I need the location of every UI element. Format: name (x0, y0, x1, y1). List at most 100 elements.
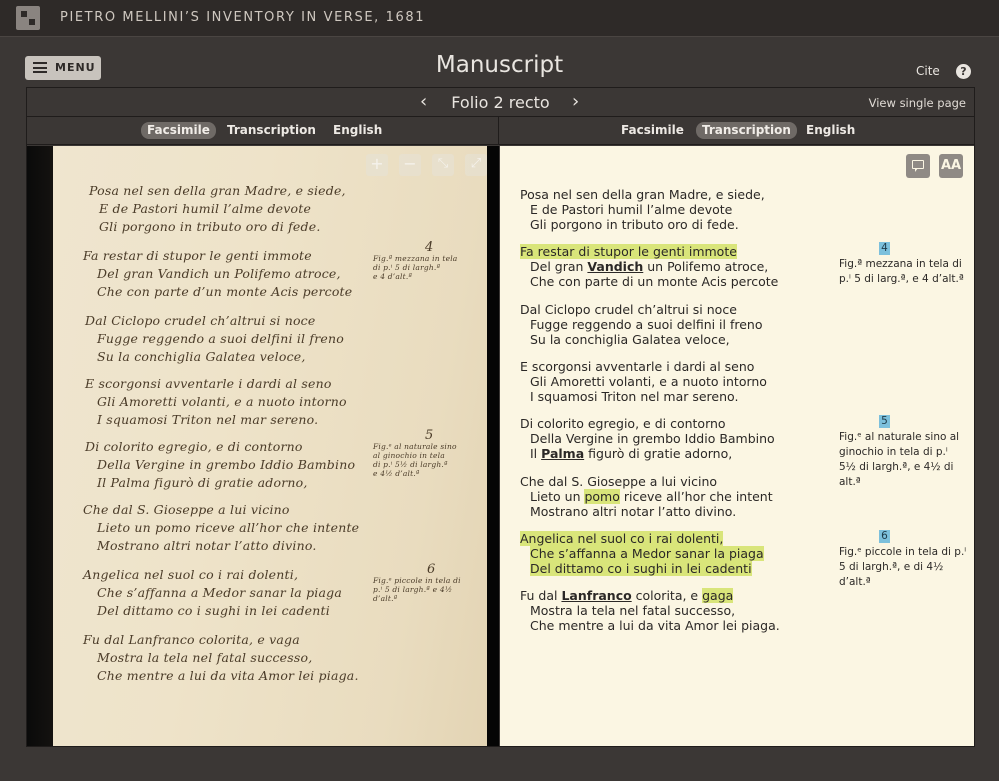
highlighted-text[interactable]: Che s’affanna a Medor sanar la piaga (530, 546, 764, 561)
highlighted-text[interactable]: Angelica nel suol co i rai dolenti, (520, 531, 724, 546)
left-pane-tabs: Facsimile Transcription English (27, 117, 499, 145)
handwritten-line: Angelica nel suol co i rai dolenti, (83, 567, 299, 582)
verse-text: Del gran (530, 259, 588, 274)
text-size-icon[interactable]: AA (939, 154, 963, 178)
handwritten-line: Lieto un pomo riceve all’hor che intente (97, 520, 360, 535)
note-number-badge[interactable]: 6 (879, 530, 890, 543)
left-tab-english[interactable]: English (327, 122, 388, 139)
handwritten-line: Che s’affanna a Medor sanar la piaga (97, 585, 343, 600)
top-bar: PIETRO MELLINI’S INVENTORY IN VERSE, 168… (0, 0, 999, 37)
handwritten-line: Della Vergine in grembo Iddio Bambino (97, 457, 356, 472)
verse-line: Della Vergine in grembo Iddio Bambino (530, 431, 775, 446)
note-line: ginochio in tela di p.ⁱ (839, 446, 948, 458)
margin-note: Fig.ᵉ piccole in tela di p.ⁱ 5 di largh.… (373, 576, 461, 603)
verse-line: Che mentre a lui da vita Amor lei piaga. (530, 618, 780, 633)
handwritten-line: Mostrano altri notar l’atto divino. (97, 538, 317, 553)
handwritten-line: Gli porgono in tributo oro di fede. (99, 219, 321, 234)
logo-icon[interactable] (16, 6, 40, 30)
margin-note: Fig.ᵉ al naturale sino al ginochio in te… (373, 442, 457, 478)
verse-line: E scorgonsi avventarle i dardi al seno (520, 359, 755, 374)
zoom-out-icon[interactable]: − (399, 154, 421, 176)
margin-number: 5 (425, 428, 434, 443)
verse-line: Fa restar di stupor le genti immote (520, 244, 737, 259)
handwritten-line: E de Pastori humil l’alme devote (99, 201, 312, 216)
site-title[interactable]: PIETRO MELLINI’S INVENTORY IN VERSE, 168… (60, 10, 425, 25)
verse-line: Che s’affanna a Medor sanar la piaga (530, 546, 764, 561)
verse-line: Gli porgono in tributo oro di fede. (530, 217, 739, 232)
right-tab-facsimile[interactable]: Facsimile (615, 122, 690, 139)
text-size-label: AA (940, 158, 962, 173)
zoom-in-icon[interactable]: + (366, 154, 388, 176)
verse-line: Mostra la tela nel fatal successo, (530, 603, 736, 618)
highlighted-text[interactable]: pomo (584, 489, 620, 504)
verse-text: Fu dal (520, 588, 562, 603)
verse-line: Fugge reggendo a suoi delfini il freno (530, 317, 763, 332)
handwritten-line: Fugge reggendo a suoi delfini il freno (97, 331, 344, 346)
handwritten-line: Di colorito egregio, e di contorno (85, 439, 303, 454)
left-tab-facsimile[interactable]: Facsimile (141, 122, 216, 139)
handwritten-line: Gli Amoretti volanti, e a nuoto intorno (97, 394, 347, 409)
handwritten-line: Che dal S. Gioseppe a lui vicino (83, 502, 290, 517)
note-line: alt.ª (839, 476, 861, 488)
margin-number: 6 (427, 562, 436, 577)
help-icon[interactable]: ? (956, 64, 971, 79)
handwritten-line: Del dittamo co i sughi in lei cadenti (97, 603, 330, 618)
folio-navigation: ‹ Folio 2 recto › View single page (27, 88, 974, 117)
next-folio-icon[interactable]: › (572, 91, 579, 112)
note-line: d’alt.ª (839, 576, 871, 588)
note-number-badge[interactable]: 4 (879, 242, 890, 255)
verse-text: colorita, e (631, 588, 703, 603)
note-number-badge[interactable]: 5 (879, 415, 890, 428)
verse-line: Lieto un pomo riceve all’hor che intent (530, 489, 773, 504)
fullscreen-icon[interactable]: ⤢ (465, 154, 487, 176)
page-title: Manuscript (435, 52, 564, 78)
handwritten-line: Che con parte d’un monte Acis percote (97, 284, 353, 299)
comment-icon[interactable] (906, 154, 930, 178)
artist-name-link[interactable]: Lanfranco (561, 588, 631, 603)
verse-text: Il (530, 446, 542, 461)
view-single-page-link[interactable]: View single page (869, 96, 966, 110)
reset-zoom-icon[interactable]: ⤡ (432, 154, 454, 176)
note-line: 5½ di largh.ª, e 4½ di (839, 461, 954, 473)
verse-text: figurò di gratie adorno, (584, 446, 733, 461)
highlighted-text[interactable]: gaga (702, 588, 734, 603)
verse-line: Gli Amoretti volanti, e a nuoto intorno (530, 374, 767, 389)
verse-line: Del gran Vandich un Polifemo atroce, (530, 259, 768, 274)
artist-name-link[interactable]: Vandich (587, 259, 643, 274)
handwritten-line: Dal Ciclopo crudel ch’altrui si noce (85, 313, 316, 328)
handwritten-line: Il Palma figurò di gratie adorno, (97, 475, 308, 490)
artist-name-link[interactable]: Palma (541, 446, 584, 461)
note-line: Fig.ᵉ piccole in tela di p.ⁱ (839, 546, 967, 558)
facsimile-pane[interactable]: Posa nel sen della gran Madre, e siede, … (27, 146, 499, 746)
handwritten-line: Posa nel sen della gran Madre, e siede, (89, 183, 346, 198)
verse-line: Dal Ciclopo crudel ch’altrui si noce (520, 302, 737, 317)
left-tab-transcription[interactable]: Transcription (221, 122, 322, 139)
verse-line: Che dal S. Gioseppe a lui vicino (520, 474, 718, 489)
transcription-pane[interactable]: AA Posa nel sen della gran Madre, e sied… (500, 146, 974, 746)
right-tab-english[interactable]: English (800, 122, 861, 139)
handwritten-line: E scorgonsi avventarle i dardi al seno (85, 376, 332, 391)
manuscript-page-image: Posa nel sen della gran Madre, e siede, … (53, 146, 487, 746)
highlighted-text[interactable]: Del dittamo co i sughi in lei cadenti (530, 561, 752, 576)
note-line: Fig.ª mezzana in tela di (839, 258, 962, 270)
note-text: Fig.ᵉ al naturale sino al ginochio in te… (839, 430, 959, 490)
verse-line: Che con parte di un monte Acis percote (530, 274, 779, 289)
verse-text: Lieto un (530, 489, 585, 504)
right-pane-tabs: Facsimile Transcription English (499, 117, 974, 145)
note-line: Fig.ᵉ al naturale sino al (839, 431, 960, 443)
note-text: Fig.ᵉ piccole in tela di p.ⁱ 5 di largh.… (839, 545, 966, 590)
cite-link[interactable]: Cite (916, 64, 940, 78)
verse-line: Mostrano altri notar l’atto divino. (530, 504, 737, 519)
verse-line: Angelica nel suol co i rai dolenti, (520, 531, 724, 546)
verse-text: un Polifemo atroce, (643, 259, 769, 274)
margin-number: 4 (425, 240, 434, 255)
verse-line: Del dittamo co i sughi in lei cadenti (530, 561, 752, 576)
highlighted-text[interactable]: Fa restar di stupor le genti immote (520, 244, 737, 259)
folio-label: Folio 2 recto (451, 93, 550, 112)
verse-line: Fu dal Lanfranco colorita, e gaga (520, 588, 734, 603)
handwritten-line: Fu dal Lanfranco colorita, e vaga (83, 632, 300, 647)
right-tab-transcription[interactable]: Transcription (696, 122, 797, 139)
handwritten-line: Fa restar di stupor le genti immote (83, 248, 312, 263)
handwritten-line: I squamosi Triton nel mar sereno. (97, 412, 319, 427)
handwritten-line: Su la conchiglia Galatea veloce, (97, 349, 306, 364)
